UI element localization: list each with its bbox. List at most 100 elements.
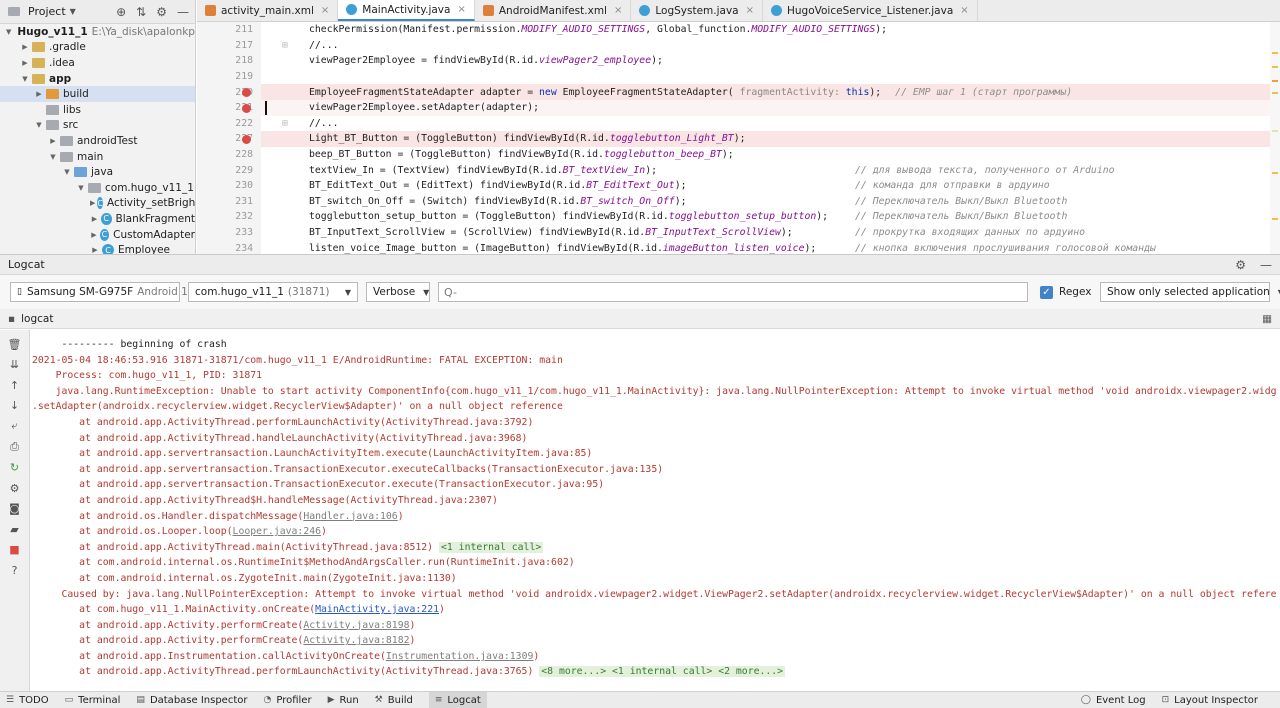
help-icon[interactable]: ? [5,561,25,581]
source-link[interactable]: Activity.java:8198 [303,620,409,631]
gear-icon[interactable]: ⚙ [1235,258,1246,272]
code-line[interactable]: 233 BT_InputText_ScrollView = (ScrollVie… [197,224,1280,241]
log-line[interactable]: at android.app.servertransaction.LaunchA… [32,446,1276,462]
soft-wrap-icon[interactable]: ⤶ [5,416,25,436]
chevron-right-icon[interactable]: ▶ [48,137,58,145]
log-search-input[interactable]: Q- [438,282,1028,302]
scroll-to-end-icon[interactable]: ⇊ [5,355,25,375]
camera-icon[interactable]: ◙ [5,499,25,519]
restart-icon[interactable]: ↻ [5,458,25,478]
chevron-down-icon[interactable]: ▼ [70,7,76,16]
tool-window-button[interactable]: ◯ Event Log [1081,695,1146,706]
gear-icon[interactable]: ⚙ [156,5,167,19]
chevron-right-icon[interactable]: ▶ [90,231,98,239]
stop-icon[interactable]: ■ [5,540,25,560]
code-line[interactable]: 227 Light_BT_Button = (ToggleButton) fin… [197,131,1280,147]
menu-icon[interactable]: ▦ [1262,313,1272,325]
code-line[interactable]: 218 viewPager2Employee = findViewById(R.… [197,53,1280,69]
log-line[interactable]: 2021-05-04 18:46:53.916 31871-31871/com.… [32,353,1276,369]
tree-item[interactable]: ▶ C CustomAdapter [0,227,195,243]
code-line[interactable]: 221 viewPager2Employee.setAdapter(adapte… [197,99,1280,116]
log-line[interactable]: at com.android.internal.os.RuntimeInit$M… [32,555,1276,571]
code-line[interactable]: 211 checkPermission(Manifest.permission.… [197,22,1280,38]
log-line[interactable]: at android.app.Instrumentation.callActiv… [32,649,1276,665]
chevron-right-icon[interactable]: ▶ [90,199,95,207]
code-line[interactable]: 230 BT_EditText_Out = (EditText) findVie… [197,177,1280,194]
tree-item[interactable]: ▶ C Activity_setBrigh [0,196,195,212]
close-icon[interactable]: × [457,4,465,15]
chevron-right-icon[interactable]: ▶ [20,59,30,67]
collapse-icon[interactable]: ⇅ [136,5,146,19]
editor-tab[interactable]: AndroidManifest.xml × [475,0,632,21]
log-output[interactable]: --------- beginning of crash 2021-05-04 1… [32,337,1276,691]
tree-item[interactable]: ▼ Hugo_v11_1E:\Ya_disk\apalonkpk\Yan [0,24,195,40]
tree-item[interactable]: ▶ .idea [0,55,195,71]
log-line[interactable]: at android.app.ActivityThread.performLau… [32,415,1276,431]
close-icon[interactable]: × [960,5,968,16]
tree-item[interactable]: libs [0,102,195,118]
code-line[interactable]: 217 ⊞ //... [197,37,1280,54]
chevron-down-icon[interactable]: ▼ [48,153,58,161]
tool-window-button[interactable]: ◔ Profiler [263,692,311,708]
close-icon[interactable]: × [746,5,754,16]
tree-item[interactable]: ▶ build [0,86,195,102]
code-line[interactable]: 219 [197,68,1280,85]
chevron-down-icon[interactable]: ▼ [34,121,44,129]
tree-item[interactable]: ▶ C BlankFragment [0,211,195,227]
log-line[interactable]: at android.app.Activity.performCreate(Ac… [32,618,1276,634]
collapsed-frames[interactable]: <8 more...> <1 internal call> <2 more...… [539,666,786,678]
tool-window-button[interactable]: ⚒ Build [375,692,413,708]
code-line[interactable]: 234 listen_voice_Image_button = (ImageBu… [197,240,1280,254]
chevron-right-icon[interactable]: ▶ [90,215,99,223]
source-link[interactable]: Instrumentation.java:1309 [386,651,533,662]
log-line[interactable]: Process: com.hugo_v11_1, PID: 31871 [32,368,1276,384]
log-line[interactable]: at android.os.Handler.dispatchMessage(Ha… [32,509,1276,525]
log-line[interactable]: ⊞ at android.app.ActivityThread.main(Act… [32,540,1276,556]
filter-mode-select[interactable]: Show only selected application ▼ [1100,282,1280,302]
tool-window-button[interactable]: ▶ Run [328,692,359,708]
chevron-down-icon[interactable]: ▼ [62,168,72,176]
code-line[interactable]: 232 togglebutton_setup_button = (ToggleB… [197,209,1280,225]
tool-window-button[interactable]: ☰ TODO [6,692,49,708]
tree-item[interactable]: ▼ main [0,149,195,165]
tree-item[interactable]: ▶ C Employee [0,242,195,254]
source-link[interactable]: Looper.java:246 [233,526,321,537]
log-line[interactable]: java.lang.RuntimeException: Unable to st… [32,384,1276,400]
log-line[interactable]: .setAdapter(androidx.recyclerview.widget… [32,399,1276,415]
log-line[interactable]: at android.app.Activity.performCreate(Ac… [32,633,1276,649]
editor-scrollbar[interactable] [1270,22,1280,254]
tool-window-button[interactable]: ▭ Terminal [65,692,121,708]
trash-icon[interactable]: 🗑 [5,334,25,354]
tool-window-button[interactable]: ⊡ Layout Inspector [1162,695,1258,706]
editor-tab[interactable]: activity_main.xml × [197,0,339,21]
log-line[interactable]: ⊞ at android.app.ActivityThread.performL… [32,664,1276,680]
code-line[interactable]: 231 BT_switch_On_Off = (Switch) findView… [197,193,1280,210]
tool-window-button[interactable]: ≡ Logcat [428,691,487,708]
tool-window-button[interactable]: ▤ Database Inspector [136,692,247,708]
print-icon[interactable]: ⎙ [5,437,25,457]
collapsed-frames[interactable]: <1 internal call> [438,541,544,553]
tree-item[interactable]: ▶ .gradle [0,40,195,56]
log-line[interactable]: at android.app.ActivityThread$H.handleMe… [32,493,1276,509]
chevron-down-icon[interactable]: ▼ [20,75,30,83]
log-line[interactable]: at android.os.Looper.loop(Looper.java:24… [32,524,1276,540]
code-line[interactable]: 220 EmployeeFragmentStateAdapter adapter… [197,84,1280,100]
chevron-right-icon[interactable]: ▶ [34,90,44,98]
chevron-right-icon[interactable]: ▶ [20,43,30,51]
project-view-selector[interactable]: Project [28,5,66,18]
log-level-select[interactable]: Verbose ▼ [366,282,430,302]
gear-icon[interactable]: ⚙ [5,478,25,498]
editor-tab[interactable]: HugoVoiceService_Listener.java × [763,0,978,21]
device-select[interactable]: ▯ Samsung SM-G975F Android 11, ▼ [10,282,212,302]
code-area[interactable]: 211 checkPermission(Manifest.permission.… [197,22,1280,254]
log-line[interactable]: at com.hugo_v11_1.MainActivity.onCreate(… [32,602,1276,618]
arrow-down-icon[interactable]: ↓ [5,396,25,416]
video-icon[interactable]: ▰ [5,519,25,539]
process-select[interactable]: com.hugo_v11_1 (31871) ▼ [188,282,358,302]
close-icon[interactable]: × [321,5,329,16]
log-line[interactable]: at android.app.ActivityThread.handleLaun… [32,431,1276,447]
chevron-down-icon[interactable]: ▼ [76,184,86,192]
log-line[interactable]: at com.android.internal.os.ZygoteInit.ma… [32,571,1276,587]
locate-icon[interactable]: ⊕ [116,5,126,19]
editor-tab[interactable]: LogSystem.java × [631,0,763,21]
